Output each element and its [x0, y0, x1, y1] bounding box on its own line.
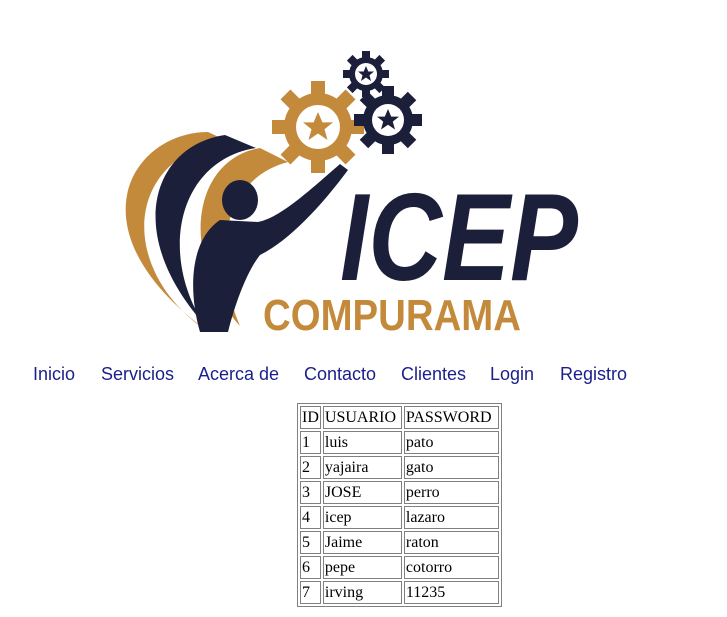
cell-password: 11235: [403, 581, 499, 604]
nav-link-login[interactable]: Login: [490, 364, 534, 385]
table-row: 5 Jaime raton: [300, 531, 499, 554]
nav-link-inicio[interactable]: Inicio: [33, 364, 75, 385]
users-table: ID USUARIO PASSWORD 1 luis pato 2 yajair…: [297, 403, 502, 607]
cell-password: perro: [403, 481, 499, 504]
users-table-container: ID USUARIO PASSWORD 1 luis pato 2 yajair…: [297, 403, 502, 607]
cell-usuario: luis: [322, 431, 402, 454]
cell-password: cotorro: [403, 556, 499, 579]
cell-usuario: yajaira: [322, 456, 402, 479]
table-row: 4 icep lazaro: [300, 506, 499, 529]
nav-link-registro[interactable]: Registro: [560, 364, 627, 385]
cell-id: 6: [300, 556, 321, 579]
cell-usuario: irving: [322, 581, 402, 604]
nav-link-clientes[interactable]: Clientes: [401, 364, 466, 385]
icep-compurama-logo: ICEP COMPURAMA: [60, 40, 600, 340]
nav-link-servicios[interactable]: Servicios: [101, 364, 174, 385]
gold-gear-icon: [272, 81, 364, 173]
cell-id: 4: [300, 506, 321, 529]
cell-password: gato: [403, 456, 499, 479]
table-row: 3 JOSE perro: [300, 481, 499, 504]
cell-password: lazaro: [403, 506, 499, 529]
nav-link-contacto[interactable]: Contacto: [304, 364, 376, 385]
cell-id: 3: [300, 481, 321, 504]
cell-password: raton: [403, 531, 499, 554]
main-nav: Inicio Servicios Acerca de Contacto Clie…: [0, 364, 727, 388]
cell-id: 2: [300, 456, 321, 479]
cell-id: 5: [300, 531, 321, 554]
column-header-password: PASSWORD: [403, 406, 499, 429]
table-row: 7 irving 11235: [300, 581, 499, 604]
logo-subtitle: COMPURAMA: [263, 291, 521, 340]
cell-usuario: Jaime: [322, 531, 402, 554]
column-header-id: ID: [300, 406, 321, 429]
nav-link-acerca-de[interactable]: Acerca de: [198, 364, 279, 385]
table-header-row: ID USUARIO PASSWORD: [300, 406, 499, 429]
logo-title: ICEP: [340, 169, 578, 307]
column-header-usuario: USUARIO: [322, 406, 402, 429]
table-row: 1 luis pato: [300, 431, 499, 454]
cell-password: pato: [403, 431, 499, 454]
cell-usuario: pepe: [322, 556, 402, 579]
cell-id: 1: [300, 431, 321, 454]
cell-id: 7: [300, 581, 321, 604]
table-row: 6 pepe cotorro: [300, 556, 499, 579]
cell-usuario: icep: [322, 506, 402, 529]
cell-usuario: JOSE: [322, 481, 402, 504]
small-navy-gear-icon: [343, 51, 389, 97]
table-row: 2 yajaira gato: [300, 456, 499, 479]
